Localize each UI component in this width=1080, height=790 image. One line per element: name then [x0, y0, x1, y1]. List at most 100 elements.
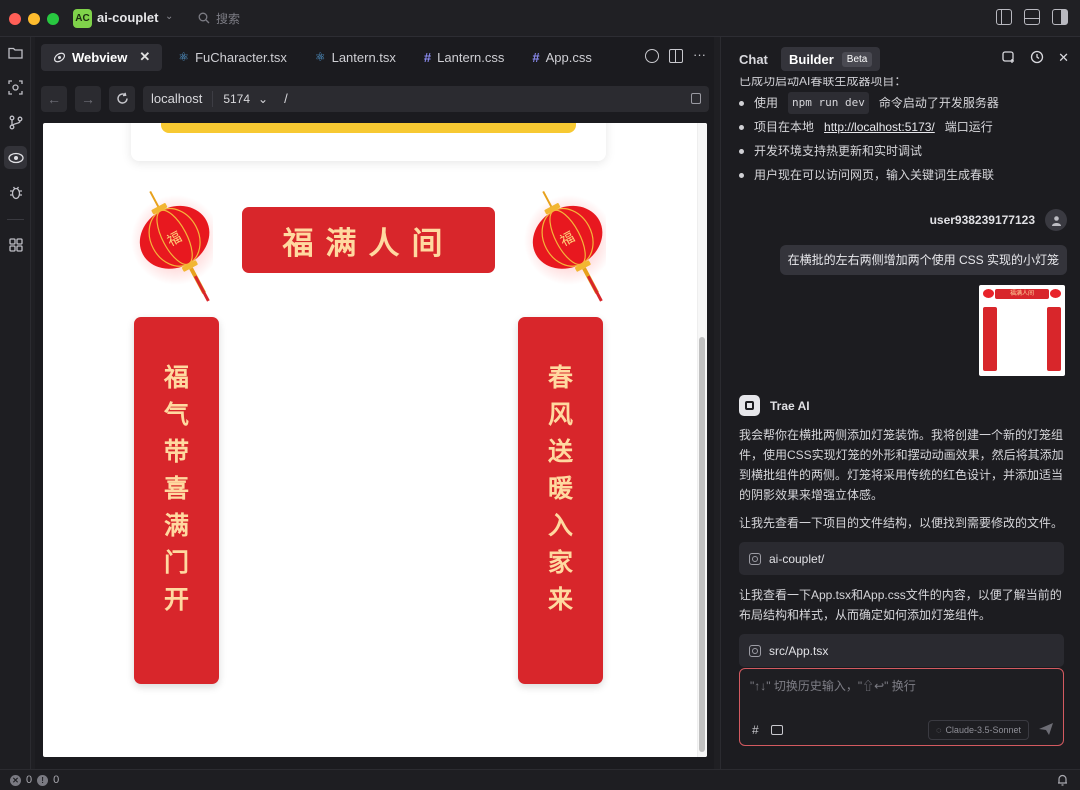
- ai-panel: Chat Builder Beta ✕ 已成功启动AI春联生成器项目： 使用 n…: [720, 37, 1080, 769]
- editor-tabs: Webview ✕ ⚛ FuCharacter.tsx ⚛ Lantern.ts…: [35, 37, 714, 77]
- editor-area: Webview ✕ ⚛ FuCharacter.tsx ⚛ Lantern.ts…: [35, 37, 714, 769]
- bullet-dot: [739, 100, 744, 106]
- ai-message: 我会帮你在横批两侧添加灯笼装饰。我将创建一个新的灯笼组件，使用CSS实现灯笼的外…: [739, 428, 1064, 502]
- couplet-char: 喜: [163, 475, 189, 503]
- scrollbar-track[interactable]: [697, 123, 707, 757]
- minimize-window-button[interactable]: [28, 13, 40, 25]
- error-icon[interactable]: ✕: [10, 774, 21, 786]
- close-tab-icon[interactable]: ✕: [139, 49, 150, 65]
- lantern-right: 福: [524, 190, 606, 302]
- tab-webview[interactable]: Webview ✕: [41, 43, 163, 71]
- tab-chat[interactable]: Chat: [731, 47, 776, 71]
- tab-lantern-css[interactable]: # Lantern.css: [412, 44, 516, 71]
- close-icon[interactable]: ✕: [1058, 50, 1069, 66]
- copy-icon[interactable]: [691, 92, 701, 104]
- activity-bar: [0, 37, 31, 769]
- user-avatar-icon: [1045, 209, 1067, 231]
- chat-messages: 已成功启动AI春联生成器项目： 使用 npm run dev 命令启动了开发服务…: [721, 74, 1080, 667]
- tab-label: FuCharacter.tsx: [195, 49, 287, 65]
- user-name: user938239177123: [929, 213, 1035, 227]
- model-selector[interactable]: ◌ Claude-3.5-Sonnet: [928, 720, 1029, 740]
- list-item: 开发环境支持热更新和实时调试: [739, 139, 1069, 163]
- bell-icon[interactable]: [1057, 774, 1068, 786]
- couplet-char: 暖: [547, 475, 573, 503]
- beta-badge: Beta: [841, 51, 873, 67]
- url-input[interactable]: localhost 5174 ⌄ /: [143, 85, 709, 112]
- toggle-panel-icon[interactable]: [1024, 9, 1040, 25]
- bullet-text: 开发环境支持热更新和实时调试: [754, 144, 923, 158]
- activity-divider: [7, 219, 24, 220]
- image-icon[interactable]: [770, 725, 783, 735]
- project-name[interactable]: ai-couplet: [97, 10, 158, 25]
- webview-eye-icon[interactable]: [4, 146, 27, 169]
- ai-header: Trae AI: [739, 395, 810, 416]
- url-path: /: [284, 91, 288, 106]
- thumb-right-couplet: [1047, 307, 1061, 371]
- split-editor-icon[interactable]: [669, 49, 683, 63]
- hengpi-banner: 福满人间: [242, 207, 495, 273]
- tab-label: Lantern.tsx: [331, 49, 396, 65]
- tab-builder[interactable]: Builder Beta: [781, 47, 881, 71]
- list-item: 用户现在可以访问网页，输入关键词生成春联: [739, 163, 1069, 187]
- couplet-char: 满: [163, 512, 189, 540]
- toggle-right-panel-icon[interactable]: [1052, 9, 1068, 25]
- new-chat-icon[interactable]: [1002, 50, 1016, 64]
- webview-preview: 福 福 福满人间 福 气 带 喜 满 门 开 春 风 送 暖 入 家 来: [43, 123, 707, 757]
- user-message: 在横批的左右两侧增加两个使用 CSS 实现的小灯笼: [779, 245, 1067, 275]
- warning-count: 0: [53, 774, 60, 786]
- scrollbar-thumb[interactable]: [699, 337, 705, 752]
- compass-icon[interactable]: [645, 49, 659, 63]
- react-icon: ⚛: [314, 50, 326, 64]
- link-eye-icon: [53, 52, 66, 62]
- more-icon[interactable]: ···: [693, 48, 706, 63]
- status-bar: ✕ 0 ! 0: [0, 769, 1080, 790]
- extensions-grid-icon[interactable]: [4, 233, 27, 256]
- tab-lantern-tsx[interactable]: ⚛ Lantern.tsx: [303, 44, 408, 71]
- chat-input[interactable]: "↑↓" 切换历史输入，"⇧↩" 换行 # ◌ Claude-3.5-Sonne…: [739, 668, 1064, 746]
- search-placeholder: 搜索: [216, 11, 241, 26]
- reload-icon: [116, 92, 128, 104]
- screenshot-thumbnail[interactable]: 福满人间: [979, 285, 1065, 376]
- toggle-sidebar-icon[interactable]: [996, 9, 1012, 25]
- hash-icon: #: [532, 49, 540, 65]
- send-icon[interactable]: [1038, 722, 1054, 736]
- tab-app-css[interactable]: # App.css: [520, 44, 603, 71]
- port-value: 5174: [223, 91, 251, 106]
- bullet-dot: [739, 124, 744, 130]
- app-badge: AC: [73, 9, 92, 28]
- input-card: [131, 123, 606, 161]
- react-icon: ⚛: [178, 50, 190, 64]
- port-select[interactable]: 5174 ⌄: [212, 90, 268, 107]
- search-input[interactable]: 搜索: [198, 8, 240, 28]
- reload-button[interactable]: [109, 85, 135, 112]
- search-scan-icon[interactable]: [4, 76, 27, 99]
- bullet-text: 使用: [754, 96, 779, 110]
- warning-icon[interactable]: !: [37, 774, 49, 786]
- hash-icon[interactable]: #: [752, 723, 759, 737]
- couplet-char: 春: [547, 364, 573, 392]
- couplet-char: 福: [163, 364, 189, 392]
- chevron-down-icon[interactable]: ⌄: [165, 11, 173, 22]
- history-icon[interactable]: [1030, 50, 1044, 64]
- debug-bug-icon[interactable]: [4, 181, 27, 204]
- tab-fucharacter[interactable]: ⚛ FuCharacter.tsx: [166, 44, 299, 71]
- tab-label: App.css: [545, 49, 592, 65]
- folder-icon[interactable]: [4, 41, 27, 64]
- couplet-char: 送: [547, 438, 573, 466]
- model-name: Claude-3.5-Sonnet: [945, 725, 1021, 735]
- status-bullets: 使用 npm run dev 命令启动了开发服务器 项目在本地 http://l…: [739, 91, 1069, 187]
- generate-button[interactable]: [161, 123, 576, 133]
- thumb-hengpi: 福满人间: [995, 289, 1049, 299]
- bullet-text: 用户现在可以访问网页，输入关键词生成春联: [754, 168, 995, 182]
- close-window-button[interactable]: [9, 13, 21, 25]
- thumb-lantern: [983, 289, 994, 298]
- maximize-window-button[interactable]: [47, 13, 59, 25]
- file-reference[interactable]: ai-couplet/: [739, 542, 1064, 575]
- file-reference[interactable]: src/App.tsx: [739, 634, 1064, 667]
- forward-button[interactable]: →: [75, 85, 101, 112]
- trae-logo-icon: [739, 395, 760, 416]
- source-control-icon[interactable]: [4, 111, 27, 134]
- back-button[interactable]: ←: [41, 85, 67, 112]
- couplet-char: 门: [163, 549, 189, 577]
- localhost-link[interactable]: http://localhost:5173/: [824, 117, 935, 137]
